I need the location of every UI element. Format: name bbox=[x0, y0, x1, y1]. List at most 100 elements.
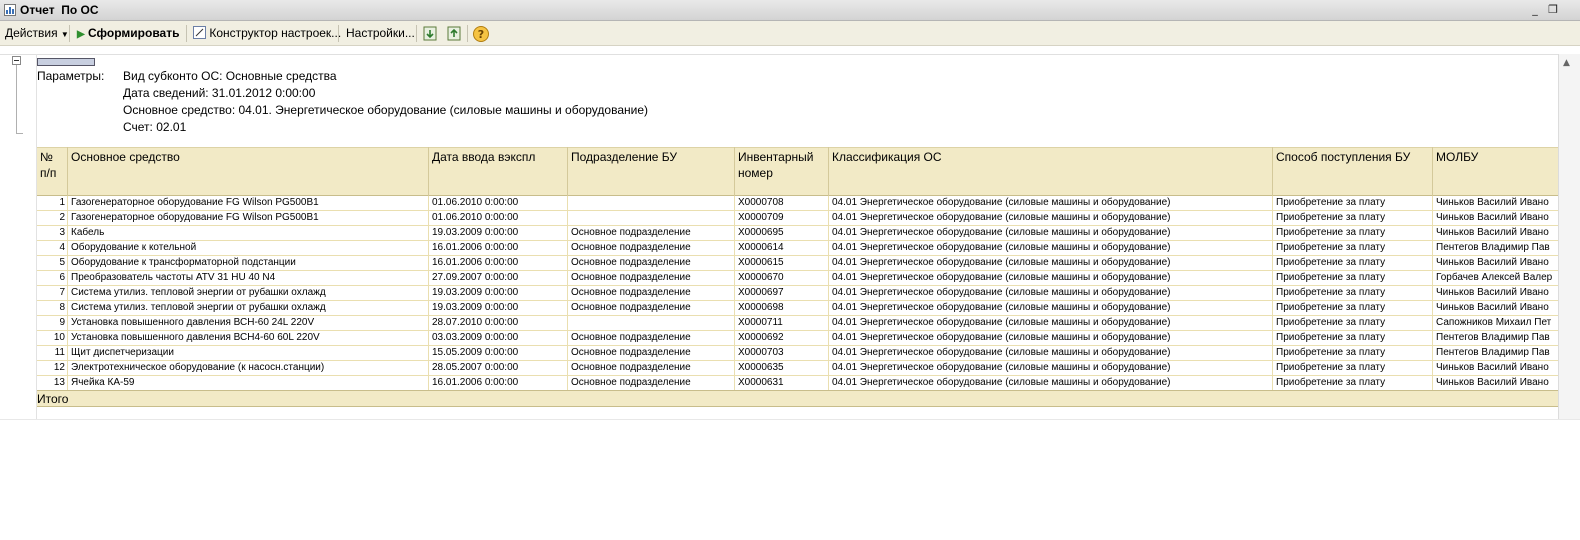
cell-col-department[interactable]: Основное подразделение bbox=[567, 241, 734, 256]
cell-col-asset[interactable]: Установка повышенного давления ВСН-60 24… bbox=[67, 316, 428, 331]
cell-col-asset[interactable]: Оборудование к котельной bbox=[67, 241, 428, 256]
cell-col-commission-date[interactable]: 28.07.2010 0:00:00 bbox=[428, 316, 567, 331]
cell-col-acquisition-method[interactable]: Приобретение за плату bbox=[1272, 241, 1432, 256]
cell-col-asset[interactable]: Система утилиз. тепловой энергии от руба… bbox=[67, 286, 428, 301]
cell-col-inventory-number[interactable]: X0000697 bbox=[734, 286, 828, 301]
cell-col-acquisition-method[interactable]: Приобретение за плату bbox=[1272, 196, 1432, 211]
cell-col-department[interactable]: Основное подразделение bbox=[567, 286, 734, 301]
cell-col-department[interactable]: Основное подразделение bbox=[567, 376, 734, 391]
cell-col-classification[interactable]: 04.01 Энергетическое оборудование (силов… bbox=[828, 361, 1272, 376]
cell-col-number[interactable]: 11 bbox=[37, 346, 67, 361]
cell-col-inventory-number[interactable]: X0000695 bbox=[734, 226, 828, 241]
cell-col-acquisition-method[interactable]: Приобретение за плату bbox=[1272, 361, 1432, 376]
cell-col-inventory-number[interactable]: X0000631 bbox=[734, 376, 828, 391]
cell-col-inventory-number[interactable]: X0000614 bbox=[734, 241, 828, 256]
header-col-department[interactable]: Подразделение БУ bbox=[567, 147, 734, 196]
cell-col-commission-date[interactable]: 01.06.2010 0:00:00 bbox=[428, 196, 567, 211]
cell-col-inventory-number[interactable]: X0000615 bbox=[734, 256, 828, 271]
generate-button[interactable]: ▶ Сформировать bbox=[77, 26, 179, 40]
cell-col-inventory-number[interactable]: X0000692 bbox=[734, 331, 828, 346]
cell-col-responsible[interactable]: Чиньков Василий Ивано bbox=[1432, 361, 1558, 376]
cell-col-classification[interactable]: 04.01 Энергетическое оборудование (силов… bbox=[828, 196, 1272, 211]
vertical-scrollbar[interactable]: ▲ bbox=[1558, 54, 1580, 420]
cell-col-acquisition-method[interactable]: Приобретение за плату bbox=[1272, 256, 1432, 271]
header-col-responsible[interactable]: МОЛБУ bbox=[1432, 147, 1558, 196]
cell-col-responsible[interactable]: Пентегов Владимир Пав bbox=[1432, 331, 1558, 346]
cell-col-commission-date[interactable]: 27.09.2007 0:00:00 bbox=[428, 271, 567, 286]
header-col-inventory-number[interactable]: Инвентарный номер bbox=[734, 147, 828, 196]
cell-col-classification[interactable]: 04.01 Энергетическое оборудование (силов… bbox=[828, 241, 1272, 256]
cell-col-acquisition-method[interactable]: Приобретение за плату bbox=[1272, 301, 1432, 316]
cell-col-number[interactable]: 10 bbox=[37, 331, 67, 346]
cell-col-asset[interactable]: Щит диспетчеризации bbox=[67, 346, 428, 361]
cell-col-classification[interactable]: 04.01 Энергетическое оборудование (силов… bbox=[828, 376, 1272, 391]
header-col-commission-date[interactable]: Дата ввода вэкспл bbox=[428, 147, 567, 196]
cell-col-department[interactable]: Основное подразделение bbox=[567, 256, 734, 271]
cell-col-commission-date[interactable]: 01.06.2010 0:00:00 bbox=[428, 211, 567, 226]
cell-col-department[interactable]: Основное подразделение bbox=[567, 331, 734, 346]
scroll-up-icon[interactable]: ▲ bbox=[1563, 58, 1570, 68]
cell-col-responsible[interactable]: Пентегов Владимир Пав bbox=[1432, 346, 1558, 361]
cell-col-number[interactable]: 13 bbox=[37, 376, 67, 391]
cell-col-inventory-number[interactable]: X0000708 bbox=[734, 196, 828, 211]
cell-col-department[interactable]: Основное подразделение bbox=[567, 361, 734, 376]
cell-col-asset[interactable]: Газогенераторное оборудование FG Wilson … bbox=[67, 196, 428, 211]
cell-col-department[interactable] bbox=[567, 196, 734, 211]
cell-col-responsible[interactable]: Чиньков Василий Ивано bbox=[1432, 196, 1558, 211]
cell-col-acquisition-method[interactable]: Приобретение за плату bbox=[1272, 346, 1432, 361]
cell-col-commission-date[interactable]: 19.03.2009 0:00:00 bbox=[428, 286, 567, 301]
cell-col-department[interactable] bbox=[567, 211, 734, 226]
cell-col-responsible[interactable]: Чиньков Василий Ивано bbox=[1432, 211, 1558, 226]
cell-col-acquisition-method[interactable]: Приобретение за плату bbox=[1272, 271, 1432, 286]
cell-col-classification[interactable]: 04.01 Энергетическое оборудование (силов… bbox=[828, 271, 1272, 286]
cell-col-number[interactable]: 2 bbox=[37, 211, 67, 226]
cell-col-number[interactable]: 9 bbox=[37, 316, 67, 331]
cell-col-responsible[interactable]: Чиньков Василий Ивано bbox=[1432, 286, 1558, 301]
restore-settings-icon[interactable] bbox=[445, 25, 463, 43]
cell-col-responsible[interactable]: Чиньков Василий Ивано bbox=[1432, 376, 1558, 391]
cell-col-classification[interactable]: 04.01 Энергетическое оборудование (силов… bbox=[828, 211, 1272, 226]
cell-col-responsible[interactable]: Чиньков Василий Ивано bbox=[1432, 256, 1558, 271]
cell-col-acquisition-method[interactable]: Приобретение за плату bbox=[1272, 376, 1432, 391]
cell-col-acquisition-method[interactable]: Приобретение за плату bbox=[1272, 211, 1432, 226]
cell-col-asset[interactable]: Ячейка КА-59 bbox=[67, 376, 428, 391]
cell-col-responsible[interactable]: Чиньков Василий Ивано bbox=[1432, 226, 1558, 241]
cell-col-responsible[interactable]: Горбачев Алексей Валер bbox=[1432, 271, 1558, 286]
cell-col-acquisition-method[interactable]: Приобретение за плату bbox=[1272, 226, 1432, 241]
cell-col-department[interactable]: Основное подразделение bbox=[567, 346, 734, 361]
cell-col-commission-date[interactable]: 15.05.2009 0:00:00 bbox=[428, 346, 567, 361]
collapse-group-icon[interactable] bbox=[12, 56, 21, 65]
save-settings-icon[interactable] bbox=[421, 25, 439, 43]
cell-col-commission-date[interactable]: 16.01.2006 0:00:00 bbox=[428, 376, 567, 391]
cell-col-number[interactable]: 4 bbox=[37, 241, 67, 256]
cell-col-number[interactable]: 8 bbox=[37, 301, 67, 316]
cell-col-classification[interactable]: 04.01 Энергетическое оборудование (силов… bbox=[828, 331, 1272, 346]
cell-col-asset[interactable]: Оборудование к трансформаторной подстанц… bbox=[67, 256, 428, 271]
cell-col-commission-date[interactable]: 28.05.2007 0:00:00 bbox=[428, 361, 567, 376]
cell-col-department[interactable]: Основное подразделение bbox=[567, 301, 734, 316]
cell-col-inventory-number[interactable]: X0000703 bbox=[734, 346, 828, 361]
cell-col-asset[interactable]: Преобразователь частоты ATV 31 HU 40 N4 bbox=[67, 271, 428, 286]
report-header-cell[interactable] bbox=[37, 58, 95, 66]
cell-col-commission-date[interactable]: 19.03.2009 0:00:00 bbox=[428, 301, 567, 316]
cell-col-acquisition-method[interactable]: Приобретение за плату bbox=[1272, 331, 1432, 346]
cell-col-commission-date[interactable]: 16.01.2006 0:00:00 bbox=[428, 241, 567, 256]
cell-col-classification[interactable]: 04.01 Энергетическое оборудование (силов… bbox=[828, 286, 1272, 301]
cell-col-classification[interactable]: 04.01 Энергетическое оборудование (силов… bbox=[828, 316, 1272, 331]
cell-col-number[interactable]: 7 bbox=[37, 286, 67, 301]
header-col-acquisition-method[interactable]: Способ поступления БУ bbox=[1272, 147, 1432, 196]
cell-col-commission-date[interactable]: 19.03.2009 0:00:00 bbox=[428, 226, 567, 241]
header-col-classification[interactable]: Классификация ОС bbox=[828, 147, 1272, 196]
actions-menu[interactable]: Действия ▼ bbox=[5, 26, 69, 40]
settings-constructor-button[interactable]: Конструктор настроек... bbox=[193, 26, 341, 40]
cell-col-inventory-number[interactable]: X0000670 bbox=[734, 271, 828, 286]
cell-col-commission-date[interactable]: 16.01.2006 0:00:00 bbox=[428, 256, 567, 271]
cell-col-classification[interactable]: 04.01 Энергетическое оборудование (силов… bbox=[828, 226, 1272, 241]
settings-button[interactable]: Настройки... bbox=[346, 26, 415, 40]
help-icon[interactable]: ? bbox=[472, 25, 490, 43]
header-col-number[interactable]: № п/п bbox=[37, 147, 67, 196]
cell-col-acquisition-method[interactable]: Приобретение за плату bbox=[1272, 316, 1432, 331]
cell-col-inventory-number[interactable]: X0000635 bbox=[734, 361, 828, 376]
cell-col-department[interactable]: Основное подразделение bbox=[567, 271, 734, 286]
cell-col-inventory-number[interactable]: X0000698 bbox=[734, 301, 828, 316]
